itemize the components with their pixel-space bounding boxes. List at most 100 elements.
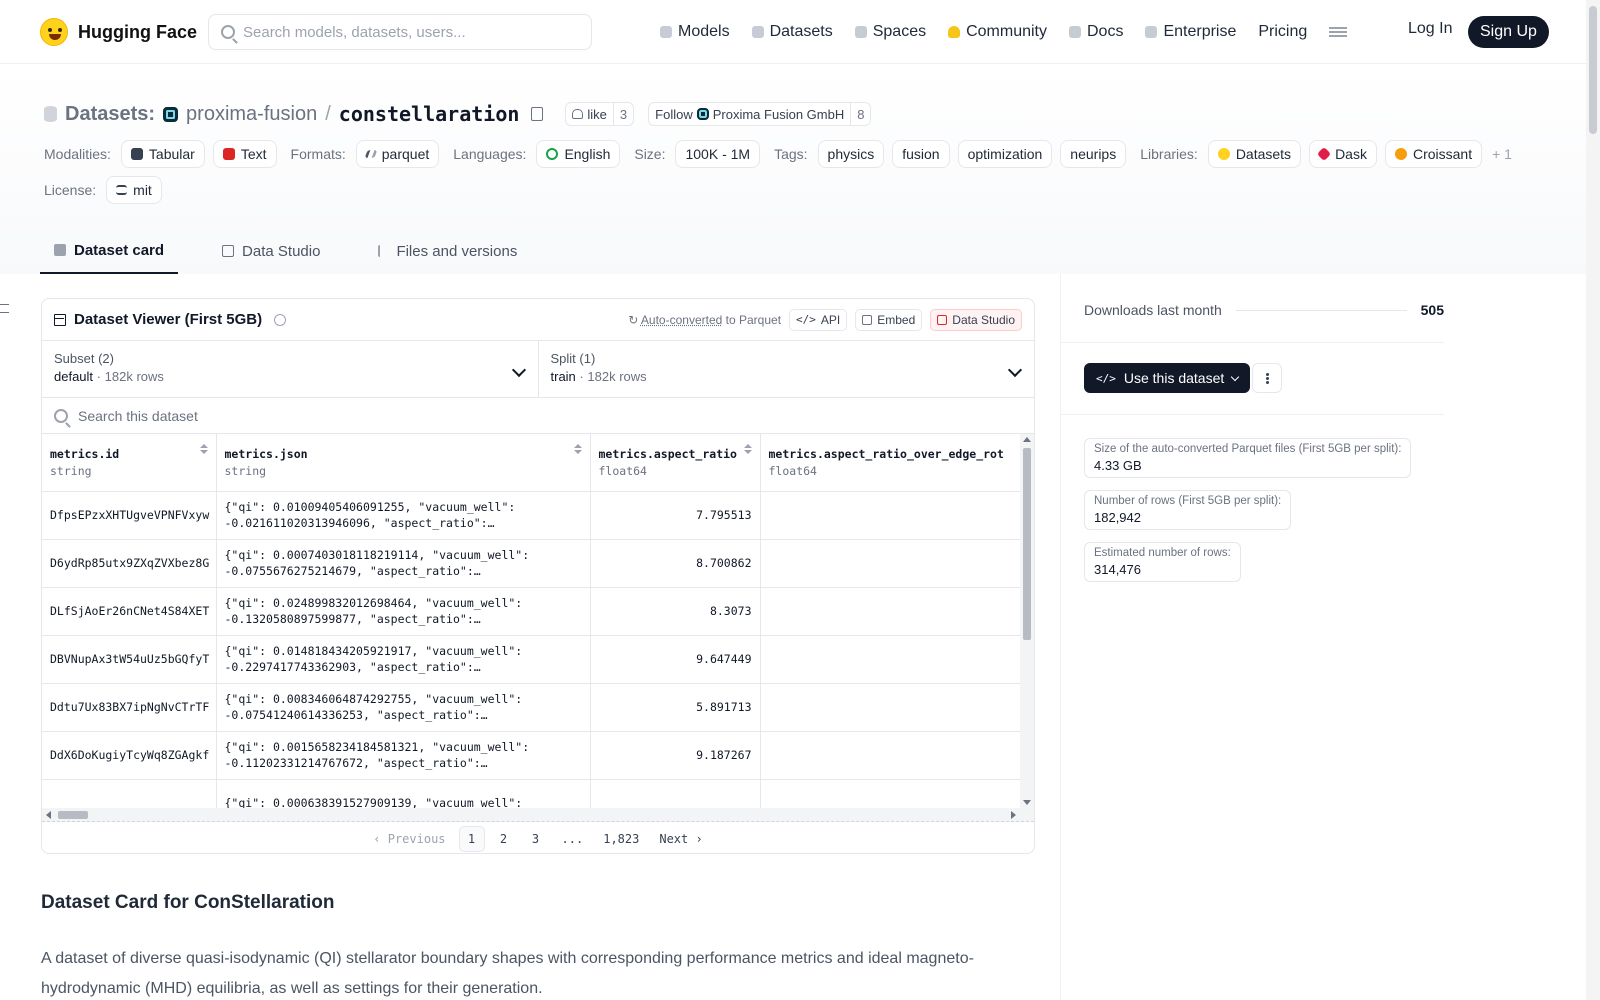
- data-studio-button[interactable]: Data Studio: [930, 308, 1022, 331]
- cell-aspect-ratio[interactable]: 9.187267: [590, 731, 761, 780]
- page-button[interactable]: 3: [523, 826, 549, 852]
- auto-converted-link[interactable]: Auto-converted: [641, 313, 722, 327]
- follow-button[interactable]: Follow Proxima Fusion GmbH 8: [648, 102, 872, 126]
- split-selector[interactable]: Split (1) train · 182k rows: [537, 341, 1035, 397]
- cell-aspect-ratio-over-edge-rot[interactable]: [760, 587, 1034, 636]
- cell-json[interactable]: {"qi": 0.000638391527909139, "vacuum_wel…: [216, 779, 591, 808]
- scroll-thumb[interactable]: [1589, 6, 1597, 134]
- nav-datasets[interactable]: Datasets: [751, 23, 833, 41]
- copy-icon[interactable]: [531, 107, 544, 121]
- nav-models[interactable]: Models: [660, 23, 730, 41]
- cell-aspect-ratio-over-edge-rot[interactable]: [760, 539, 1034, 588]
- dataset-search-input[interactable]: [78, 407, 478, 424]
- section-label[interactable]: Datasets:: [65, 103, 155, 126]
- table-row[interactable]: DdX6DoKugiyTcyWq8ZGAgkf {"qi": 0.00156582…: [42, 731, 1034, 780]
- cell-json[interactable]: {"qi": 0.0007403018118219114, "vacuum_we…: [216, 539, 591, 588]
- global-search[interactable]: [208, 14, 592, 50]
- cell-aspect-ratio[interactable]: 8.3073: [590, 587, 761, 636]
- page-button[interactable]: 1: [458, 826, 485, 852]
- signup-button[interactable]: Sign Up: [1468, 16, 1549, 48]
- cell-id[interactable]: Ddtu7Ux83BX7ipNgNvCTrTF: [42, 683, 217, 732]
- cell-json[interactable]: {"qi": 0.008346064874292755, "vacuum_wel…: [216, 683, 591, 732]
- tag-physics[interactable]: physics: [817, 140, 885, 168]
- more-options-button[interactable]: [1252, 363, 1282, 393]
- horizontal-scrollbar[interactable]: [42, 808, 1034, 822]
- table-row[interactable]: DBVNupAx3tW54uUz5bGQfyT {"qi": 0.01481843…: [42, 635, 1034, 684]
- table-row[interactable]: D6ydRp85utx9ZXqZVXbez8G {"qi": 0.00074030…: [42, 539, 1034, 588]
- table-row[interactable]: {"qi": 0.000638391527909139, "vacuum_wel…: [42, 779, 1034, 808]
- cell-id[interactable]: [42, 779, 217, 808]
- cell-aspect-ratio[interactable]: 8.700862: [590, 539, 761, 588]
- page-scrollbar[interactable]: [1586, 0, 1600, 1000]
- table-row[interactable]: DfpsEPzxXHTUgveVPNFVxyw {"qi": 0.01009405…: [42, 491, 1034, 540]
- table-row[interactable]: Ddtu7Ux83BX7ipNgNvCTrTF {"qi": 0.00834606…: [42, 683, 1034, 732]
- cell-id[interactable]: DfpsEPzxXHTUgveVPNFVxyw: [42, 491, 217, 540]
- cell-id[interactable]: DLfSjAoEr26nCNet4S84XET: [42, 587, 217, 636]
- org-name[interactable]: proxima-fusion: [186, 103, 317, 126]
- sort-icon[interactable]: [199, 444, 208, 454]
- login-link[interactable]: Log In: [1408, 20, 1452, 38]
- info-icon[interactable]: [274, 313, 287, 326]
- cell-id[interactable]: DBVNupAx3tW54uUz5bGQfyT: [42, 635, 217, 684]
- library-dask[interactable]: Dask: [1309, 140, 1377, 168]
- cell-json[interactable]: {"qi": 0.01009405406091255, "vacuum_well…: [216, 491, 591, 540]
- column-header[interactable]: metrics.aspect_ratio float64: [590, 434, 761, 492]
- nav-pricing[interactable]: Pricing: [1258, 23, 1307, 41]
- scroll-thumb[interactable]: [1023, 448, 1031, 640]
- tag-parquet[interactable]: parquet: [355, 140, 440, 168]
- cell-id[interactable]: D6ydRp85utx9ZXqZVXbez8G: [42, 539, 217, 588]
- page-button[interactable]: 1,823: [596, 826, 646, 852]
- subset-selector[interactable]: Subset (2) default · 182k rows: [42, 341, 538, 397]
- cell-aspect-ratio[interactable]: [590, 779, 761, 808]
- scroll-down-icon[interactable]: [1023, 800, 1031, 805]
- like-button[interactable]: like 3: [565, 102, 635, 126]
- tag-neurips[interactable]: neurips: [1060, 140, 1127, 168]
- column-header[interactable]: metrics.aspect_ratio_over_edge_rot float6…: [760, 434, 1034, 492]
- cell-json[interactable]: {"qi": 0.024899832012698464, "vacuum_wel…: [216, 587, 591, 636]
- nav-spaces[interactable]: Spaces: [854, 23, 926, 41]
- library-croissant[interactable]: Croissant: [1384, 140, 1483, 168]
- cell-aspect-ratio[interactable]: 5.891713: [590, 683, 761, 732]
- cell-json[interactable]: {"qi": 0.014818434205921917, "vacuum_wel…: [216, 635, 591, 684]
- use-this-dataset-button[interactable]: </> Use this dataset: [1084, 363, 1251, 393]
- global-search-input[interactable]: [243, 23, 573, 41]
- tab-files-and-versions[interactable]: Files and versions: [364, 228, 531, 274]
- tag-english[interactable]: English: [536, 140, 621, 168]
- library-datasets[interactable]: Datasets: [1207, 140, 1302, 168]
- scroll-right-icon[interactable]: [1011, 811, 1016, 819]
- cell-aspect-ratio-over-edge-rot[interactable]: [760, 779, 1034, 808]
- cell-aspect-ratio-over-edge-rot[interactable]: [760, 635, 1034, 684]
- tag-license[interactable]: mit: [106, 176, 162, 204]
- cell-json[interactable]: {"qi": 0.0015658234184581321, "vacuum_we…: [216, 731, 591, 780]
- tab-dataset-card[interactable]: Dataset card: [40, 228, 179, 274]
- tag-size[interactable]: 100K - 1M: [675, 140, 761, 168]
- tag-tabular[interactable]: Tabular: [120, 140, 205, 168]
- table-row[interactable]: DLfSjAoEr26nCNet4S84XET {"qi": 0.02489983…: [42, 587, 1034, 636]
- page-button[interactable]: 2: [491, 826, 517, 852]
- nav-community[interactable]: Community: [948, 23, 1047, 41]
- cell-aspect-ratio-over-edge-rot[interactable]: [760, 731, 1034, 780]
- cell-aspect-ratio-over-edge-rot[interactable]: [760, 683, 1034, 732]
- next-page-button[interactable]: Next ›: [652, 826, 709, 852]
- nav-more-menu[interactable]: [1329, 27, 1348, 37]
- sort-icon[interactable]: [573, 444, 582, 454]
- toc-toggle-icon[interactable]: [0, 304, 9, 313]
- libraries-more[interactable]: + 1: [1492, 146, 1512, 162]
- column-header[interactable]: metrics.id string: [42, 434, 217, 492]
- tag-optimization[interactable]: optimization: [957, 140, 1053, 168]
- repo-name[interactable]: constellaration: [339, 102, 520, 126]
- cell-aspect-ratio-over-edge-rot[interactable]: [760, 491, 1034, 540]
- embed-button[interactable]: Embed: [855, 308, 923, 331]
- cell-id[interactable]: DdX6DoKugiyTcyWq8ZGAgkf: [42, 731, 217, 780]
- auto-converted-note[interactable]: ↻ Auto-converted to Parquet: [628, 313, 781, 327]
- scroll-up-icon[interactable]: [1023, 437, 1031, 442]
- column-header[interactable]: metrics.json string: [216, 434, 591, 492]
- nav-docs[interactable]: Docs: [1069, 23, 1123, 41]
- scroll-thumb[interactable]: [58, 811, 88, 819]
- dataset-search[interactable]: [42, 398, 1034, 434]
- nav-enterprise[interactable]: Enterprise: [1145, 23, 1236, 41]
- scroll-left-icon[interactable]: [46, 811, 51, 819]
- tag-fusion[interactable]: fusion: [892, 140, 950, 168]
- api-button[interactable]: </> API: [789, 308, 848, 331]
- previous-page-button[interactable]: ‹ Previous: [366, 826, 452, 852]
